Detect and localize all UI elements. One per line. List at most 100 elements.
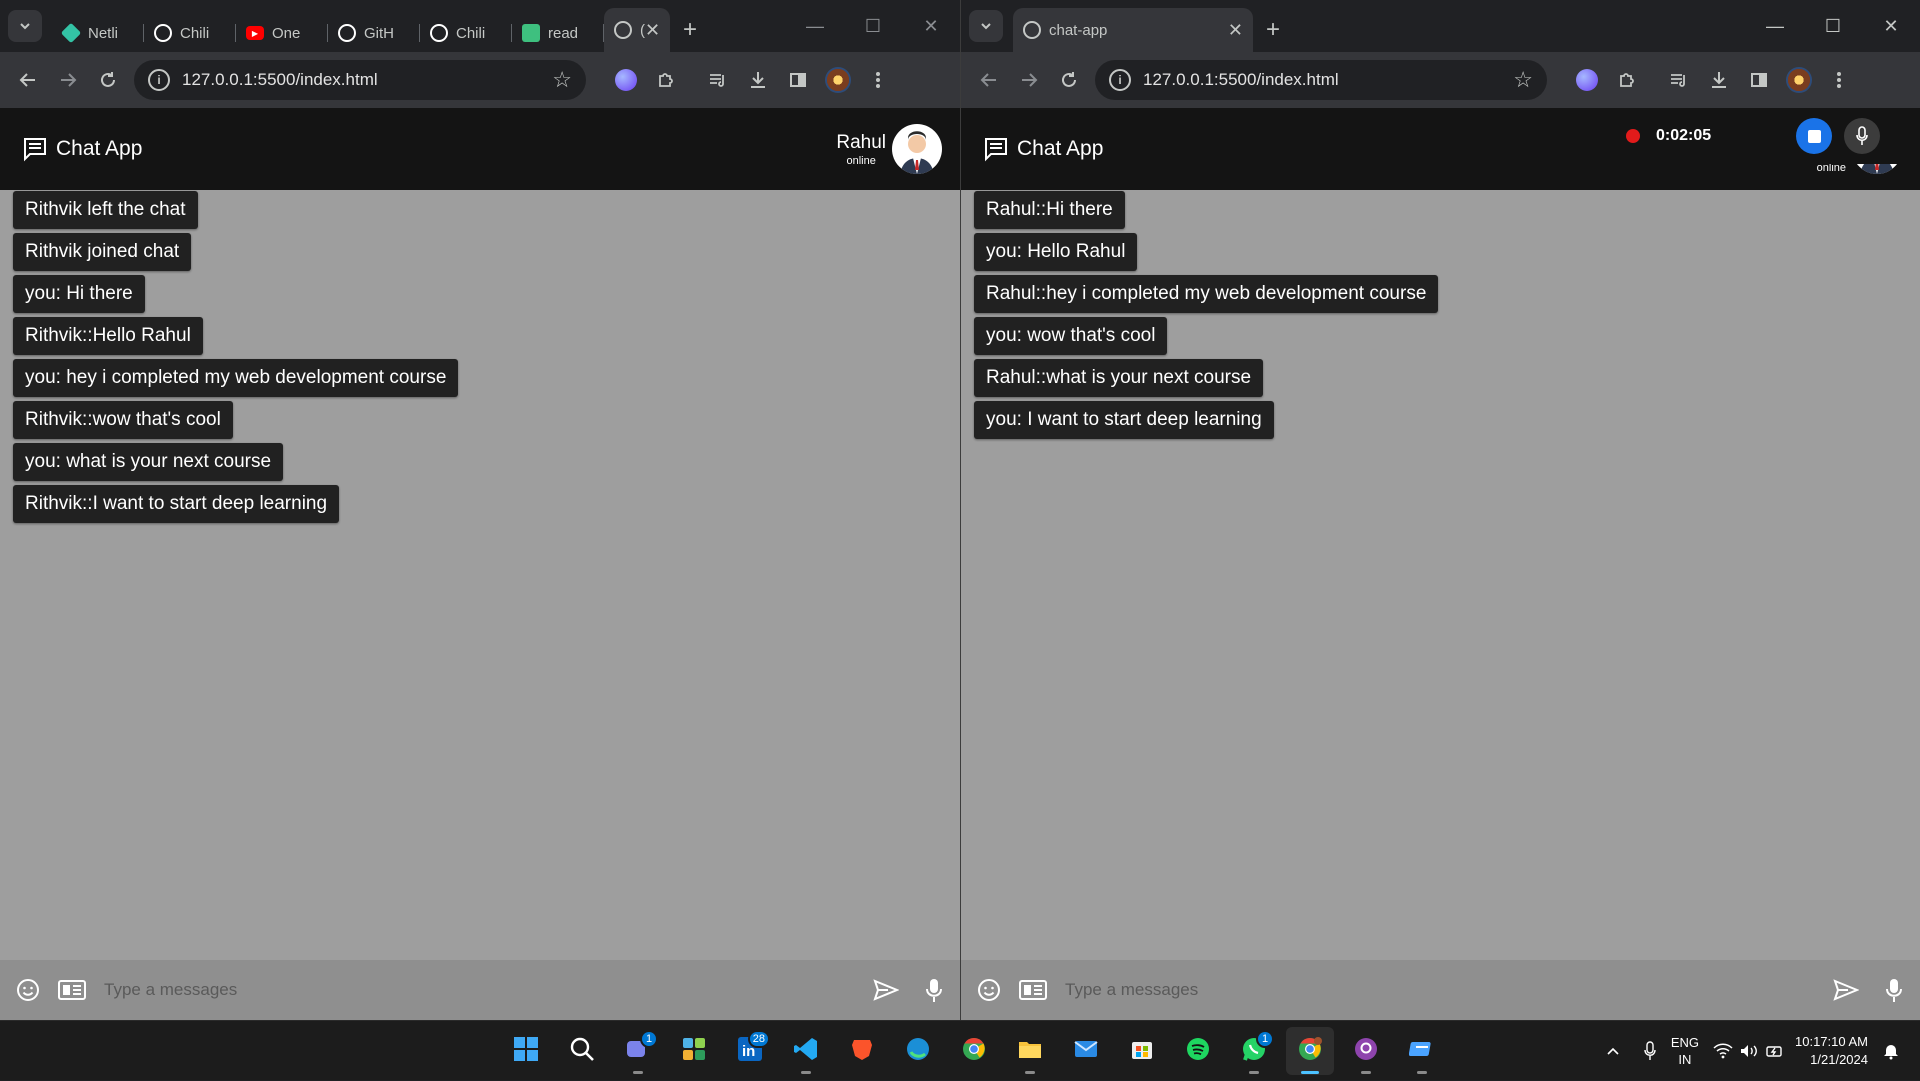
extension-button[interactable] (606, 60, 646, 100)
tab-6[interactable]: (✕ (604, 8, 670, 52)
chevron-up-icon[interactable] (1605, 1043, 1621, 1059)
side-panel-button[interactable] (1739, 60, 1779, 100)
downloads-button[interactable] (1699, 60, 1739, 100)
tab-2[interactable]: ▶ One (236, 14, 328, 52)
microphone-icon[interactable] (1643, 1041, 1657, 1061)
system-clock[interactable]: 10:17:10 AM 1/21/2024 (1795, 1033, 1868, 1069)
language-indicator[interactable]: ENG IN (1671, 1034, 1699, 1068)
running-indicator (1301, 1071, 1319, 1074)
send-icon (1833, 979, 1859, 1001)
chat-header: Chat App Rahul online (0, 108, 960, 190)
close-tab-icon[interactable]: ✕ (645, 20, 660, 41)
profile-button[interactable] (1779, 60, 1819, 100)
message-composer (961, 960, 1920, 1020)
reload-button[interactable] (1049, 60, 1089, 100)
attachment-button[interactable] (1013, 970, 1053, 1010)
taskbar-app[interactable] (950, 1027, 998, 1075)
battery-charging-icon[interactable] (1765, 1043, 1785, 1059)
brave-icon (849, 1036, 875, 1067)
minimize-button[interactable]: — (786, 0, 844, 52)
window-controls: — ☐ ✕ (1746, 0, 1920, 52)
tab-0[interactable]: Netli (52, 14, 144, 52)
edge-icon (905, 1036, 931, 1067)
taskbar-app[interactable] (1342, 1027, 1390, 1075)
taskbar-app[interactable] (1062, 1027, 1110, 1075)
address-bar[interactable]: i 127.0.0.1:5500/index.html ☆ (134, 60, 586, 100)
reload-icon (1062, 72, 1076, 87)
emoji-button[interactable] (969, 970, 1009, 1010)
taskbar-app[interactable] (502, 1027, 550, 1075)
chat-message: Rahul::hey i completed my web developmen… (974, 275, 1439, 313)
taskbar-app[interactable]: 1 (614, 1027, 662, 1075)
taskbar-app[interactable]: in 28 (726, 1027, 774, 1075)
extension-button[interactable] (1567, 60, 1607, 100)
close-window-button[interactable]: ✕ (902, 0, 960, 52)
browser-menu-button[interactable] (1819, 60, 1859, 100)
taskbar-app[interactable] (894, 1027, 942, 1075)
tab-4[interactable]: Chili (420, 14, 512, 52)
maximize-button[interactable]: ☐ (844, 0, 902, 52)
close-tab-icon[interactable]: ✕ (1228, 20, 1243, 41)
send-button[interactable] (866, 970, 906, 1010)
new-tab-button[interactable]: + (670, 8, 710, 52)
address-bar[interactable]: i 127.0.0.1:5500/index.html ☆ (1095, 60, 1547, 100)
browser-menu-button[interactable] (858, 60, 898, 100)
taskbar-app[interactable] (1118, 1027, 1166, 1075)
voice-button[interactable] (1874, 970, 1914, 1010)
reload-button[interactable] (88, 60, 128, 100)
forward-arrow-icon (1022, 73, 1038, 87)
taskbar-app[interactable] (782, 1027, 830, 1075)
taskbar-app[interactable] (838, 1027, 886, 1075)
send-button[interactable] (1826, 970, 1866, 1010)
tab-1[interactable]: Chili (144, 14, 236, 52)
minimize-button[interactable]: — (1746, 0, 1804, 52)
tab-3[interactable]: GitH (328, 14, 420, 52)
volume-icon[interactable] (1739, 1043, 1759, 1059)
downloads-button[interactable] (738, 60, 778, 100)
tab-search-button[interactable] (969, 10, 1003, 42)
bookmark-star-icon[interactable]: ☆ (552, 67, 572, 93)
back-button[interactable] (969, 60, 1009, 100)
taskbar-app[interactable] (1398, 1027, 1446, 1075)
message-input[interactable] (104, 980, 858, 1000)
emoji-button[interactable] (8, 970, 48, 1010)
chat-message: Rithvik::Hello Rahul (13, 317, 203, 355)
profile-button[interactable] (818, 60, 858, 100)
voice-button[interactable] (914, 970, 954, 1010)
tab-search-button[interactable] (8, 10, 42, 42)
search-icon (569, 1036, 595, 1067)
tab-0[interactable]: chat-app ✕ (1013, 8, 1253, 52)
media-control-button[interactable] (1659, 60, 1699, 100)
notification-bell-icon[interactable] (1882, 1042, 1900, 1060)
stop-recording-button[interactable] (1796, 118, 1832, 154)
extensions-menu-button[interactable] (646, 60, 686, 100)
maximize-button[interactable]: ☐ (1804, 0, 1862, 52)
taskbar-app[interactable] (1286, 1027, 1334, 1075)
taskbar-app[interactable]: 1 (1230, 1027, 1278, 1075)
clock-date: 1/21/2024 (1810, 1052, 1868, 1067)
site-info-icon[interactable]: i (148, 69, 170, 91)
taskbar-app[interactable] (670, 1027, 718, 1075)
tab-5[interactable]: read (512, 14, 604, 52)
extensions-menu-button[interactable] (1607, 60, 1647, 100)
attachment-button[interactable] (52, 970, 92, 1010)
taskbar-app[interactable] (1006, 1027, 1054, 1075)
taskbar-app[interactable] (558, 1027, 606, 1075)
send-icon (873, 979, 899, 1001)
forward-button[interactable] (48, 60, 88, 100)
extension-icon (615, 69, 637, 91)
region-code: IN (1678, 1052, 1692, 1067)
site-info-icon[interactable]: i (1109, 69, 1131, 91)
close-window-button[interactable]: ✕ (1862, 0, 1920, 52)
message-input[interactable] (1065, 980, 1818, 1000)
back-button[interactable] (8, 60, 48, 100)
taskbar-app[interactable] (1174, 1027, 1222, 1075)
bookmark-star-icon[interactable]: ☆ (1513, 67, 1533, 93)
new-tab-button[interactable]: + (1253, 8, 1293, 52)
side-panel-button[interactable] (778, 60, 818, 100)
wifi-icon[interactable] (1713, 1043, 1733, 1059)
running-indicator (801, 1071, 811, 1074)
forward-button[interactable] (1009, 60, 1049, 100)
recorder-mic-button[interactable] (1844, 118, 1880, 154)
media-control-button[interactable] (698, 60, 738, 100)
